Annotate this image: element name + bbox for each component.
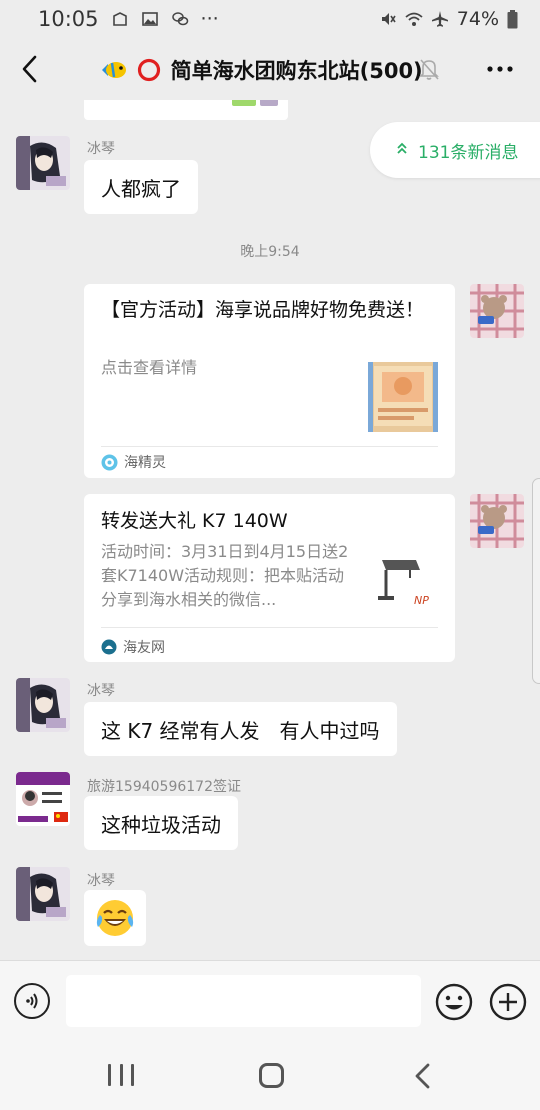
- battery-icon: [507, 9, 518, 28]
- avatar-anime-icon: [16, 678, 70, 732]
- recent-apps-button[interactable]: [108, 1064, 134, 1088]
- new-messages-button[interactable]: 131条新消息: [370, 122, 540, 178]
- message-input[interactable]: [66, 975, 421, 1027]
- fast-scroll-handle[interactable]: [532, 478, 540, 684]
- avatar-bear-icon: [470, 284, 524, 338]
- voice-icon: [26, 993, 38, 1009]
- tears-of-joy-emoji: [96, 900, 134, 936]
- chevron-up-icon: [396, 142, 408, 158]
- card-title: 转发送大礼 K7 140W: [101, 510, 288, 532]
- chat-area[interactable]: 131条新消息 冰琴 人都疯了 晚上9:54 【官方活动】海享说品牌好物免费送！…: [0, 100, 540, 960]
- nav-back-button[interactable]: [410, 1062, 436, 1090]
- haiyou-icon: [101, 639, 117, 655]
- card-thumb: [232, 100, 256, 106]
- card-description: 活动时间：3月31日到4月15日送2套K7140W活动规则：把本贴活动分享到海水…: [101, 542, 349, 609]
- mute-status-icon: [381, 13, 396, 25]
- new-messages-text: 131条新消息: [418, 142, 519, 163]
- fish-icon: [102, 62, 126, 78]
- link-card[interactable]: 【官方活动】海享说品牌好物免费送！ 点击查看详情 海精灵: [84, 284, 455, 478]
- emoji-button[interactable]: [435, 983, 473, 1021]
- airplane-icon: [431, 11, 448, 27]
- card-source: 海友网: [101, 637, 165, 657]
- card-thumbnail: [368, 362, 438, 432]
- message-bubble[interactable]: 这种垃圾活动: [84, 796, 238, 850]
- more-button[interactable]: [486, 55, 514, 89]
- sender-name: 冰琴: [87, 683, 115, 699]
- haijingling-icon: [101, 454, 118, 470]
- home-button[interactable]: [259, 1063, 284, 1088]
- avatar-anime-icon: [16, 867, 70, 921]
- avatar-anime-icon: [16, 136, 70, 190]
- plus-button[interactable]: [489, 983, 527, 1021]
- card-source-name: 海友网: [123, 640, 165, 656]
- avatar-bear-icon: [470, 494, 524, 548]
- avatar[interactable]: [470, 284, 524, 338]
- card-divider: [101, 627, 438, 628]
- back-icon: [22, 55, 37, 83]
- sender-name: 冰琴: [87, 873, 115, 889]
- avatar[interactable]: [470, 494, 524, 548]
- timestamp: 晚上9:54: [240, 244, 300, 260]
- battery-percent: 74%: [456, 8, 499, 30]
- wechat-icon: [171, 12, 188, 26]
- avatar[interactable]: [16, 772, 70, 826]
- card-title: 【官方活动】海享说品牌好物免费送！: [101, 299, 425, 321]
- svg-text:NP: NP: [414, 594, 429, 607]
- avatar[interactable]: [16, 678, 70, 732]
- card-source-name: 海精灵: [124, 455, 166, 471]
- partial-message-card[interactable]: [84, 100, 288, 120]
- back-button[interactable]: [14, 52, 44, 86]
- link-card[interactable]: 转发送大礼 K7 140W 活动时间：3月31日到4月15日送2套K7140W活…: [84, 494, 455, 662]
- sender-name: 冰琴: [87, 141, 115, 157]
- input-bar: [0, 960, 540, 1040]
- status-bar: 10:05 ··· 74%: [0, 0, 540, 38]
- avatar[interactable]: [16, 867, 70, 921]
- message-bubble[interactable]: 这 K7 经常有人发 有人中过吗: [84, 702, 397, 756]
- wifi-icon: [405, 12, 423, 26]
- card-thumbnail: NP: [374, 552, 440, 614]
- avatar-travel-icon: [16, 772, 70, 826]
- notification-icon: [112, 12, 127, 26]
- image-icon: [141, 12, 158, 26]
- chat-title-text: 简单海水团购东北站(500): [170, 59, 423, 83]
- system-nav-bar: [0, 1040, 540, 1110]
- sender-name: 旅游15940596172签证: [87, 779, 241, 795]
- message-bubble-emoji[interactable]: [84, 890, 146, 946]
- status-time: 10:05: [38, 7, 99, 31]
- card-description: 点击查看详情: [101, 358, 198, 377]
- message-bubble[interactable]: 人都疯了: [84, 160, 198, 214]
- card-source: 海精灵: [101, 452, 166, 472]
- card-thumb: [260, 100, 278, 106]
- bell-mute-icon: [419, 59, 439, 80]
- avatar[interactable]: [16, 136, 70, 190]
- status-dots: ···: [200, 8, 219, 30]
- red-circle-icon: [138, 58, 161, 82]
- voice-button[interactable]: [14, 983, 50, 1019]
- title-bar: 简单海水团购东北站(500): [0, 38, 540, 100]
- card-divider: [101, 446, 438, 447]
- more-icon: [487, 66, 513, 72]
- chat-title: 简单海水团购东北站(500): [100, 55, 423, 85]
